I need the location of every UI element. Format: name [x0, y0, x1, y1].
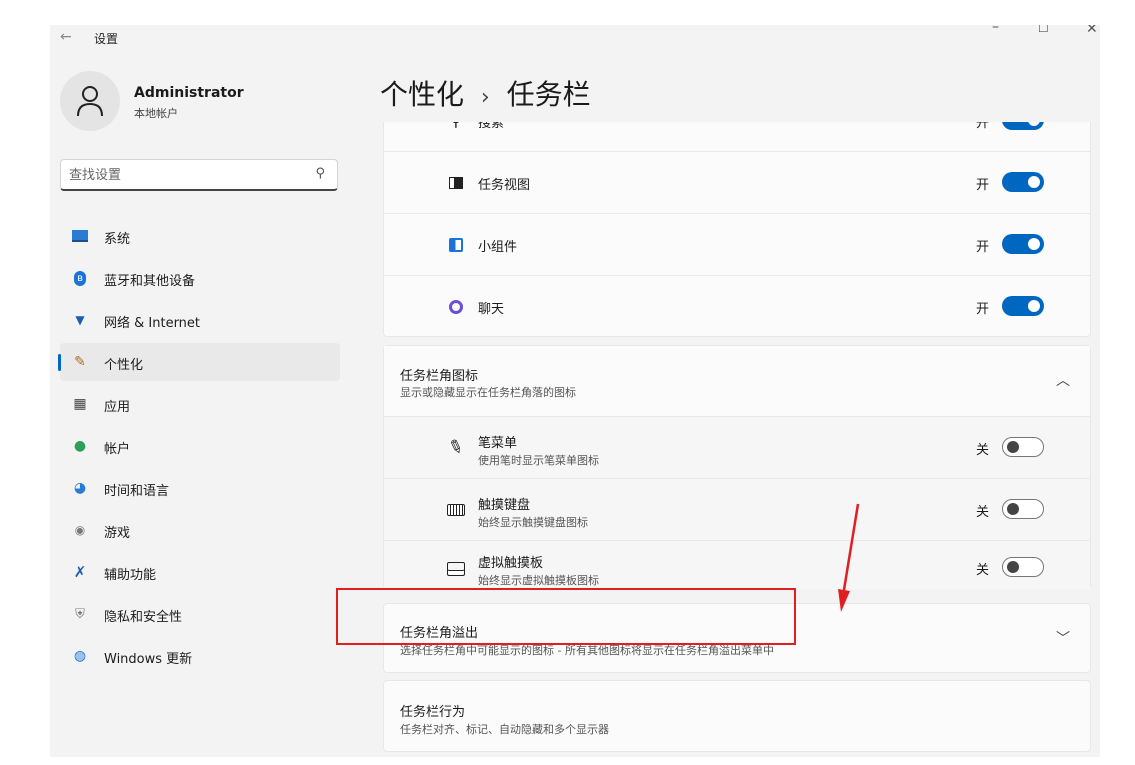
- annotation-arrow: [838, 503, 860, 612]
